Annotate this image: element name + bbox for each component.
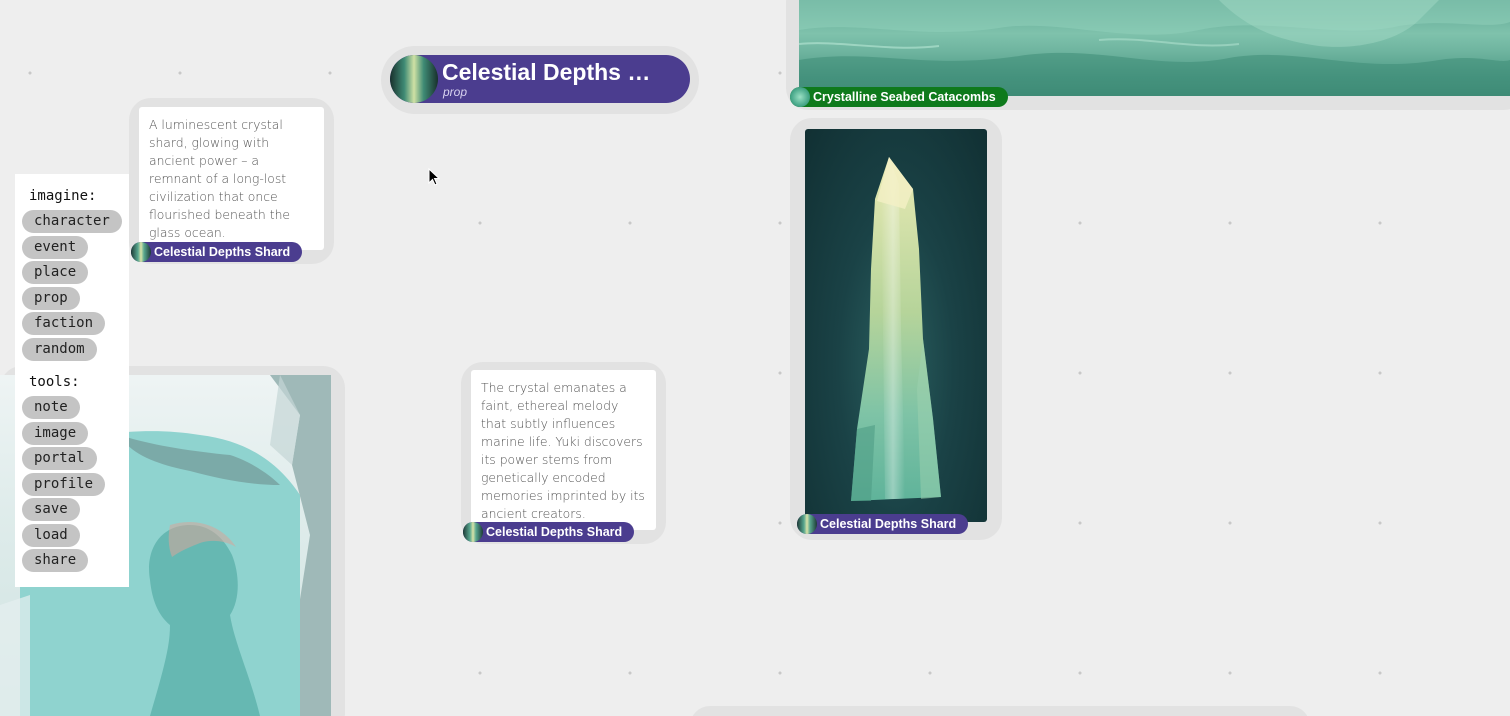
crystal-shard-art [851,157,941,501]
imagine-heading: imagine: [29,188,97,204]
tool-portal-button[interactable]: portal [22,447,97,470]
note-1-label[interactable]: Celestial Depths Shard [131,242,303,262]
imagine-place-button[interactable]: place [22,261,89,284]
imagine-character-button[interactable]: character [22,210,122,233]
tools-list: note image portal profile save load shar… [15,396,129,575]
seabed-image[interactable] [799,0,1510,96]
crystal-thumb-icon [797,514,817,534]
tool-load-button[interactable]: load [22,523,80,547]
prop-type: prop [443,85,468,99]
arrow-cursor-icon [428,168,440,186]
imagine-faction-button[interactable]: faction [22,312,106,335]
imagine-random-button[interactable]: random [22,337,97,361]
place-thumb-icon [790,87,810,107]
toolbar: imagine: character event place prop fact… [15,174,129,587]
tool-profile-button[interactable]: profile [22,472,106,496]
note-1-text: A luminescent crystal shard, glowing wit… [149,117,291,240]
imagine-list: character event place prop faction rando… [15,210,129,363]
crystal-thumb-icon [390,55,438,103]
offscreen-card-halo [690,706,1310,716]
note-card-1[interactable]: A luminescent crystal shard, glowing wit… [139,107,324,250]
tool-note-button[interactable]: note [22,396,80,419]
note-2-text: The crystal emanates a faint, ethereal m… [481,380,645,521]
note-card-2[interactable]: The crystal emanates a faint, ethereal m… [471,370,656,530]
tool-save-button[interactable]: save [22,498,80,521]
seabed-waves [799,0,1510,96]
tools-heading: tools: [29,374,80,390]
crystal-thumb-icon [131,242,151,262]
seabed-node-label[interactable]: Crystalline Seabed Catacombs [790,87,1008,107]
imagine-event-button[interactable]: event [22,235,89,259]
crystal-image[interactable] [805,129,987,522]
note-2-label[interactable]: Celestial Depths Shard [463,522,635,542]
crystal-node-label[interactable]: Celestial Depths Shard [797,514,969,534]
tool-share-button[interactable]: share [22,549,89,572]
prop-header-node[interactable]: Celestial Depths … prop [390,55,690,103]
imagine-prop-button[interactable]: prop [22,286,80,310]
crystal-thumb-icon [463,522,483,542]
tool-image-button[interactable]: image [22,421,89,445]
prop-title: Celestial Depths … [442,59,651,85]
